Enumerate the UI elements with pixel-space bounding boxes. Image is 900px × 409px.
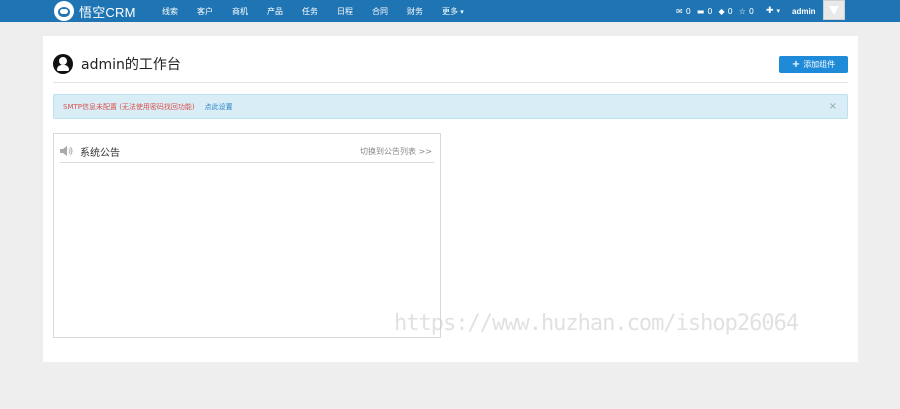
nav-item-opportunities[interactable]: 商机 [232, 6, 248, 17]
watermark: https://www.huzhan.com/ishop26064 [394, 311, 799, 336]
plus-icon: ✚ [766, 6, 774, 16]
notification-bar: ✉ 0 ▬ 0 ◆ 0 ☆ 0 [676, 0, 757, 22]
page-header: admin的工作台 [53, 54, 181, 74]
nav-item-leads[interactable]: 线索 [162, 6, 178, 17]
widget-header: 系统公告 切换到公告列表 >> [60, 140, 434, 163]
speaker-icon [60, 146, 74, 156]
add-widget-label: 添加组件 [803, 60, 836, 69]
alert-settings-link[interactable]: 点此设置 [205, 102, 233, 112]
close-icon[interactable]: × [829, 101, 837, 112]
alert-message: SMTP信息未配置 (无法使用密码找回功能) [63, 102, 195, 111]
widget-title: 系统公告 [80, 147, 120, 159]
star-count: 0 [748, 6, 754, 16]
monkey-logo-icon [54, 1, 74, 21]
avatar[interactable] [823, 0, 845, 20]
top-navbar: 悟空CRM 线索 客户 商机 产品 任务 日程 合同 财务 更多 ✉ 0 ▬ 0… [0, 0, 900, 22]
mail-count: 0 [685, 6, 691, 16]
card-count: 0 [707, 6, 713, 16]
plus-icon: + [791, 59, 801, 70]
mail-icon[interactable]: ✉ [676, 7, 683, 16]
nav-item-schedule[interactable]: 日程 [337, 6, 353, 17]
divider [53, 82, 848, 83]
nav-item-finance[interactable]: 财务 [407, 6, 423, 17]
nav-item-products[interactable]: 产品 [267, 6, 283, 17]
announcement-widget: 系统公告 切换到公告列表 >> [53, 133, 441, 338]
diamond-count: 0 [727, 6, 733, 16]
page-title: admin的工作台 [81, 57, 181, 73]
diamond-icon[interactable]: ◆ [718, 7, 724, 16]
caret-down-icon: ▾ [776, 7, 781, 15]
user-name: admin [792, 6, 816, 16]
nav-item-customers[interactable]: 客户 [197, 6, 213, 17]
user-circle-icon [53, 54, 73, 74]
quick-add-menu[interactable]: ✚ ▾ [766, 0, 780, 22]
smtp-alert: SMTP信息未配置 (无法使用密码找回功能) 点此设置 × [53, 94, 848, 119]
main-nav: 线索 客户 商机 产品 任务 日程 合同 财务 更多 [162, 0, 483, 22]
nav-item-tasks[interactable]: 任务 [302, 6, 318, 17]
card-icon[interactable]: ▬ [697, 7, 705, 16]
nav-item-more[interactable]: 更多 [442, 6, 464, 17]
user-menu[interactable]: admin [792, 0, 816, 22]
switch-to-list-link[interactable]: 切换到公告列表 >> [360, 146, 432, 157]
add-widget-button[interactable]: + 添加组件 [779, 56, 848, 73]
brand[interactable]: 悟空CRM [54, 0, 136, 22]
brand-name: 悟空CRM [79, 4, 136, 20]
star-icon[interactable]: ☆ [739, 7, 746, 16]
nav-item-contracts[interactable]: 合同 [372, 6, 388, 17]
